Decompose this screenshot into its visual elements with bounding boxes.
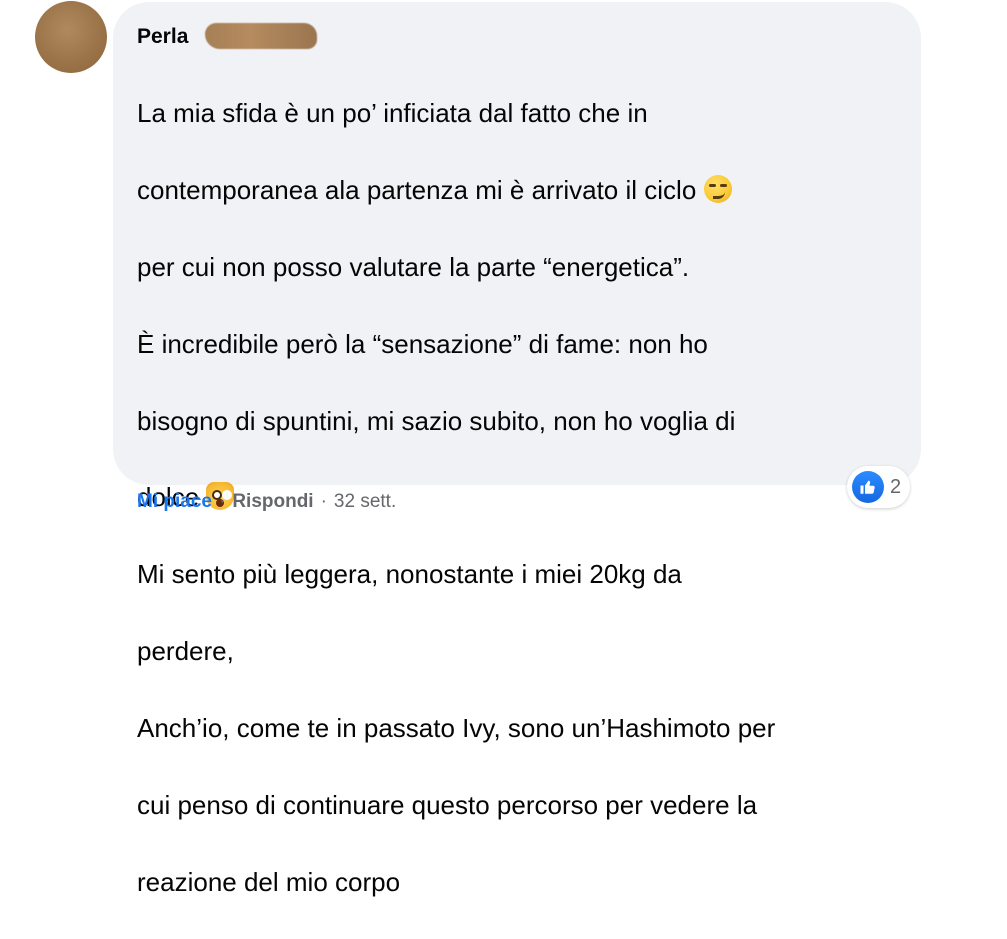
author-name[interactable]: Perla <box>137 25 188 49</box>
comment-line: reazione del mio corpo <box>137 866 401 897</box>
comment-line: È incredibile però la “sensazione” di fa… <box>137 328 708 359</box>
author-row: Perla <box>137 22 188 52</box>
thumb-up-glyph <box>860 480 875 494</box>
like-thumb-icon <box>852 471 884 503</box>
comment-line: contemporanea ala partenza mi è arrivato… <box>137 171 907 209</box>
like-button[interactable]: Mi piace <box>137 491 212 513</box>
comment-actions: Mi piace · Rispondi · 32 sett. <box>137 488 396 516</box>
redacted-surname <box>205 23 317 49</box>
comment-line-text: contemporanea ala partenza mi è arrivato… <box>137 175 697 206</box>
comment-line: Mi sento più leggera, nonostante i miei … <box>137 559 682 590</box>
comment-line: perdere, <box>137 636 234 667</box>
timestamp-link[interactable]: 32 sett. <box>334 491 396 513</box>
separator-dot: · <box>320 491 327 512</box>
reaction-count: 2 <box>890 475 902 498</box>
smirking-face-icon <box>703 175 732 204</box>
separator-dot: · <box>218 491 226 512</box>
reaction-summary[interactable]: 2 <box>847 466 911 508</box>
comment-line: bisogno di spuntini, mi sazio subito, no… <box>137 405 736 436</box>
comment-line: per cui non posso valutare la parte “ene… <box>137 252 690 283</box>
comment-line: cui penso di continuare questo percorso … <box>137 789 758 820</box>
comment-line: La mia sfida è un po’ inficiata dal fatt… <box>137 98 648 129</box>
comment-line: Anch’io, come te in passato Ivy, sono un… <box>137 712 776 743</box>
author-avatar[interactable] <box>35 1 107 73</box>
reply-button[interactable]: Rispondi <box>232 491 313 513</box>
